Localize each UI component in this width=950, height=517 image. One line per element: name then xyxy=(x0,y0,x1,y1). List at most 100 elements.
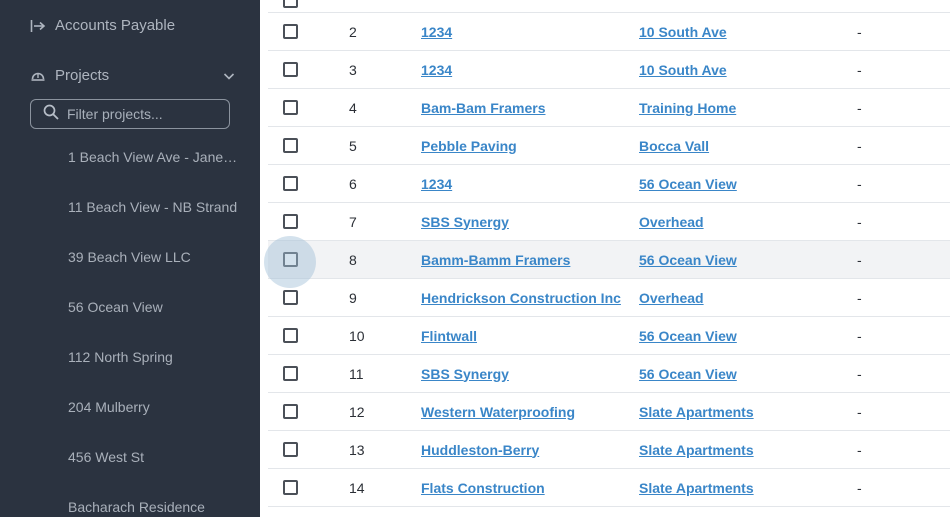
project-link[interactable]: 56 Ocean View xyxy=(639,366,737,382)
table-row[interactable]: 7 SBS Synergy Overhead - xyxy=(268,203,950,241)
vendor-link[interactable]: SBS Synergy xyxy=(421,214,509,230)
project-link[interactable]: Training Home xyxy=(639,100,736,116)
row-number: 14 xyxy=(349,479,365,496)
row-checkbox[interactable] xyxy=(283,176,298,191)
row-number: 10 xyxy=(349,327,365,344)
row-number: 9 xyxy=(349,289,357,306)
row-checkbox[interactable] xyxy=(283,214,298,229)
table-row[interactable]: 10 Flintwall 56 Ocean View - xyxy=(268,317,950,355)
project-link[interactable]: 56 Ocean View xyxy=(639,328,737,344)
sidebar: Accounts Payable Projects 1 Beach View A… xyxy=(0,0,260,517)
row-number: 7 xyxy=(349,213,357,230)
project-item[interactable]: 11 Beach View - NB Strand xyxy=(68,199,240,215)
row-number: 5 xyxy=(349,137,357,154)
row-checkbox[interactable] xyxy=(283,24,298,39)
vendor-link[interactable]: Bamm-Bamm Framers xyxy=(421,252,570,268)
row-checkbox[interactable] xyxy=(283,290,298,305)
invoice-table: 2 1234 10 South Ave - 3 1234 10 South Av… xyxy=(268,0,950,517)
row-number: 13 xyxy=(349,441,365,458)
vendor-link[interactable]: 1234 xyxy=(421,62,452,78)
project-link[interactable]: Slate Apartments xyxy=(639,404,754,420)
nav-projects-label: Projects xyxy=(55,67,110,84)
project-link[interactable]: Bocca Vall xyxy=(639,138,709,154)
project-item[interactable]: 56 Ocean View xyxy=(68,299,240,315)
filter-projects-input[interactable] xyxy=(67,106,217,122)
table-row[interactable]: 3 1234 10 South Ave - xyxy=(268,51,950,89)
project-link[interactable]: Overhead xyxy=(639,214,704,230)
table-row[interactable]: 12 Western Waterproofing Slate Apartment… xyxy=(268,393,950,431)
project-link[interactable]: 10 South Ave xyxy=(639,62,727,78)
row-number: 11 xyxy=(349,365,364,382)
vendor-link[interactable]: Western Waterproofing xyxy=(421,404,575,420)
filter-projects-field[interactable] xyxy=(30,99,230,129)
row-checkbox[interactable] xyxy=(283,62,298,77)
row-number: 3 xyxy=(349,61,357,78)
table-row[interactable]: 2 1234 10 South Ave - xyxy=(268,13,950,51)
table-row[interactable]: 5 Pebble Paving Bocca Vall - xyxy=(268,127,950,165)
table-row-partial xyxy=(268,0,950,13)
vendor-link[interactable]: 1234 xyxy=(421,176,452,192)
row-checkbox[interactable] xyxy=(283,328,298,343)
row-extra: - xyxy=(857,213,862,230)
row-extra: - xyxy=(857,137,862,154)
table-row[interactable]: 6 1234 56 Ocean View - xyxy=(268,165,950,203)
project-item[interactable]: 112 North Spring xyxy=(68,349,240,365)
row-checkbox[interactable] xyxy=(283,442,298,457)
project-link[interactable]: Overhead xyxy=(639,290,704,306)
project-link[interactable]: 10 South Ave xyxy=(639,24,727,40)
nav-accounts-payable-label: Accounts Payable xyxy=(55,17,176,34)
table-row[interactable]: 11 SBS Synergy 56 Ocean View - xyxy=(268,355,950,393)
row-extra: - xyxy=(857,61,862,78)
row-extra: - xyxy=(857,251,862,268)
row-checkbox[interactable] xyxy=(283,0,298,8)
row-number: 8 xyxy=(349,251,357,268)
vendor-link[interactable]: Flats Construction xyxy=(421,480,545,496)
search-icon xyxy=(43,104,59,125)
project-link[interactable]: 56 Ocean View xyxy=(639,252,737,268)
checkbox-focus-ripple xyxy=(264,236,316,288)
row-extra: - xyxy=(857,175,862,192)
row-number: 2 xyxy=(349,23,357,40)
vendor-link[interactable]: Flintwall xyxy=(421,328,477,344)
project-link[interactable]: Slate Apartments xyxy=(639,442,754,458)
project-item[interactable]: Bacharach Residence xyxy=(68,499,240,515)
table-row[interactable]: 14 Flats Construction Slate Apartments - xyxy=(268,469,950,507)
vendor-link[interactable]: 1234 xyxy=(421,24,452,40)
nav-accounts-payable[interactable]: Accounts Payable xyxy=(30,17,175,34)
row-number: 4 xyxy=(349,99,357,116)
row-extra: - xyxy=(857,289,862,306)
vendor-link[interactable]: Hendrickson Construction Inc xyxy=(421,290,621,306)
vendor-link[interactable]: SBS Synergy xyxy=(421,366,509,382)
project-item[interactable]: 204 Mulberry xyxy=(68,399,240,415)
row-checkbox[interactable] xyxy=(283,100,298,115)
hard-hat-icon xyxy=(30,68,46,84)
arrow-right-to-line-icon xyxy=(30,18,46,34)
project-link[interactable]: 56 Ocean View xyxy=(639,176,737,192)
row-number: 6 xyxy=(349,175,357,192)
vendor-link[interactable]: Huddleston-Berry xyxy=(421,442,539,458)
row-extra: - xyxy=(857,99,862,116)
table-row[interactable]: 13 Huddleston-Berry Slate Apartments - xyxy=(268,431,950,469)
row-number: 12 xyxy=(349,403,365,420)
table-row[interactable]: 4 Bam-Bam Framers Training Home - xyxy=(268,89,950,127)
table-row-hovered[interactable]: 8 Bamm-Bamm Framers 56 Ocean View - xyxy=(268,241,950,279)
row-extra: - xyxy=(857,327,862,344)
project-item[interactable]: 456 West St xyxy=(68,449,240,465)
vendor-link[interactable]: Pebble Paving xyxy=(421,138,517,154)
row-extra: - xyxy=(857,403,862,420)
row-checkbox[interactable] xyxy=(283,480,298,495)
row-checkbox[interactable] xyxy=(283,366,298,381)
project-link[interactable]: Slate Apartments xyxy=(639,480,754,496)
row-checkbox[interactable] xyxy=(283,138,298,153)
row-extra: - xyxy=(857,23,862,40)
table-row[interactable]: 9 Hendrickson Construction Inc Overhead … xyxy=(268,279,950,317)
row-extra: - xyxy=(857,479,862,496)
project-item[interactable]: 39 Beach View LLC xyxy=(68,249,240,265)
row-checkbox[interactable] xyxy=(283,404,298,419)
nav-projects[interactable]: Projects xyxy=(30,67,236,84)
vendor-link[interactable]: Bam-Bam Framers xyxy=(421,100,546,116)
row-extra: - xyxy=(857,365,862,382)
project-item[interactable]: 1 Beach View Ave - Janet Smith xyxy=(68,149,240,165)
row-extra: - xyxy=(857,441,862,458)
chevron-down-icon[interactable] xyxy=(222,69,236,83)
